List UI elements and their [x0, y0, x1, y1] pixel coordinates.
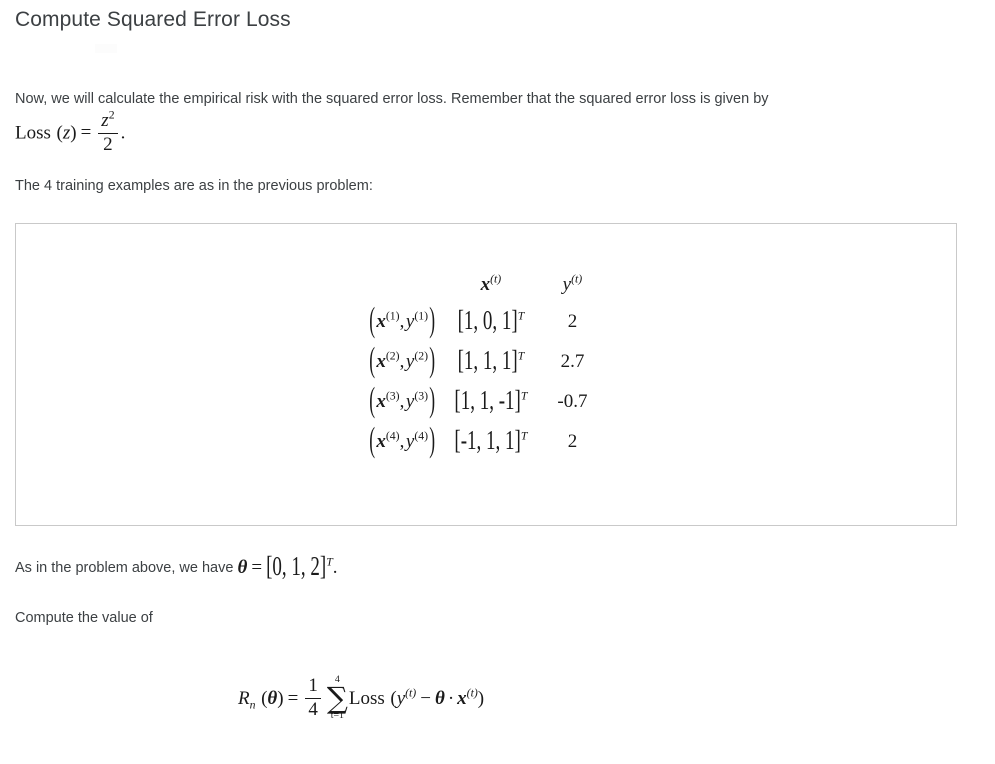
header-label-col [368, 270, 454, 302]
intro-paragraph: Now, we will calculate the empirical ris… [15, 91, 769, 107]
table-head: x(t) y(t) [368, 270, 601, 302]
loss-fraction-denominator: 2 [98, 132, 118, 156]
loss-arg-y-sup: (t) [405, 686, 417, 700]
loss-arg-x-sup: (t) [466, 686, 478, 700]
loss-fraction-numerator: z2 [101, 108, 115, 131]
theta-vector: [0, 1, 2] [266, 552, 327, 583]
risk-symbol: R [238, 687, 250, 709]
theta-symbol: θ [237, 557, 248, 579]
dot-operator: · [447, 687, 455, 709]
page-title: Compute Squared Error Loss [15, 8, 291, 31]
theta-math: θ = [0, 1, 2]T. [237, 553, 338, 581]
risk-subscript: n [249, 698, 256, 712]
row-x-vector: [-1, 1, 1]T [454, 426, 528, 457]
risk-fraction-numerator: 1 [308, 675, 318, 697]
training-examples-table: x(t) y(t) (x(1), y(1)) [1, 0, 1]T 2 (x(2… [368, 270, 601, 462]
training-examples-table-wrap: x(t) y(t) (x(1), y(1)) [1, 0, 1]T 2 (x(2… [368, 270, 601, 462]
table-body: (x(1), y(1)) [1, 0, 1]T 2 (x(2), y(2)) [… [368, 301, 601, 462]
theta-equals: = [251, 557, 263, 579]
loss-minus: − [420, 687, 431, 709]
row-y-value: 2 [567, 431, 578, 452]
row-pair-label: (x(4), y(4)) [369, 421, 436, 460]
faint-artifact [95, 44, 117, 53]
row-y-value: 2.7 [560, 351, 585, 372]
header-x-col: x(t) [480, 272, 502, 295]
sigma-icon: ∑ [326, 680, 348, 715]
theta-statement: As in the problem above, we have θ = [0, 1… [15, 553, 338, 581]
row-y-value: 2 [567, 311, 578, 332]
row-x-vector: [1, 1, -1]T [454, 386, 528, 417]
risk-fraction: 14 [305, 676, 321, 720]
empirical-risk-formula: Rn (θ) = 1 4 4 ∑ t=1 Loss (y(t) − θ · x(t)) [238, 674, 485, 723]
table-header-row: x(t) y(t) [368, 270, 601, 302]
loss-definition-math: Loss (z) = z2 2. [15, 108, 126, 156]
loss-label: Loss [15, 122, 51, 144]
table-row: (x(1), y(1)) [1, 0, 1]T 2 [368, 301, 601, 342]
risk-fraction-denominator: 4 [305, 697, 321, 721]
theta-trailing-punct: . [332, 557, 338, 579]
loss-theta: θ [434, 687, 445, 709]
table-row: (x(4), y(4)) [-1, 1, 1]T 2 [368, 421, 601, 462]
equals-sign: = [80, 122, 92, 144]
theta-lead-text: As in the problem above, we have [15, 560, 238, 576]
row-x-vector: [1, 1, 1]T [457, 346, 525, 377]
compute-prompt: Compute the value of [15, 610, 153, 626]
table-row: (x(2), y(2)) [1, 1, 1]T 2.7 [368, 341, 601, 382]
row-x-vector: [1, 0, 1]T [457, 306, 525, 337]
risk-equals: = [287, 687, 299, 709]
summation-operator: 4 ∑ t=1 [326, 674, 348, 722]
header-y-col: y(t) [562, 272, 583, 295]
empirical-risk-math: Rn (θ) = 1 4 4 ∑ t=1 Loss (y(t) − θ · x(t)) [238, 674, 485, 722]
loss-definition-formula: Loss (z) = z2 2. [15, 108, 126, 156]
loss-fraction: z2 2 [98, 108, 118, 156]
loss-trailing-punct: . [120, 122, 126, 144]
loss-arg-x: x [457, 687, 467, 709]
loss-arg-y: y [396, 687, 406, 709]
table-row: (x(3), y(3)) [1, 1, -1]T -0.7 [368, 381, 601, 422]
training-examples-box: x(t) y(t) (x(1), y(1)) [1, 0, 1]T 2 (x(2… [15, 223, 957, 526]
row-pair-label: (x(2), y(2)) [369, 341, 436, 380]
row-pair-label: (x(1), y(1)) [369, 301, 436, 340]
examples-intro-paragraph: The 4 training examples are as in the pr… [15, 178, 373, 194]
row-y-value: -0.7 [557, 391, 588, 412]
row-pair-label: (x(3), y(3)) [369, 381, 436, 420]
loss-argument: z [62, 122, 71, 144]
risk-argument: θ [267, 687, 278, 709]
risk-loss-label: Loss [348, 687, 385, 709]
